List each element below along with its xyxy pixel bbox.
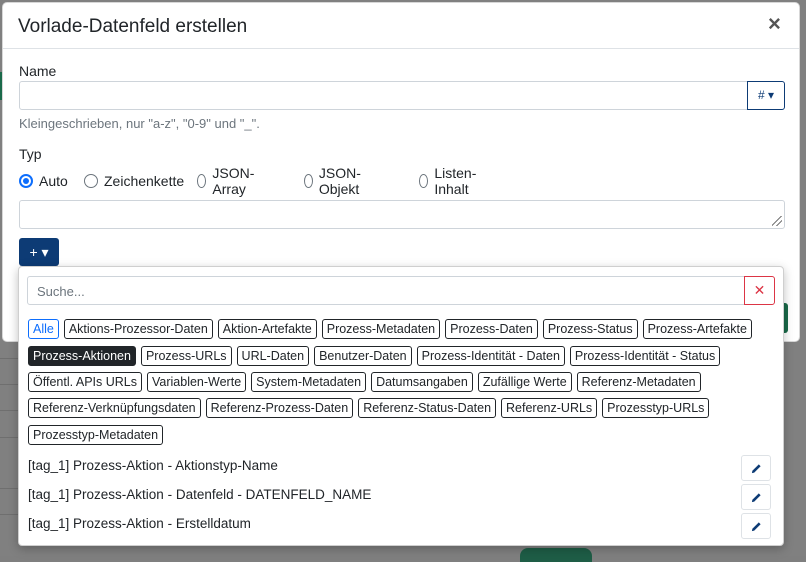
modal-title: Vorlade-Datenfeld erstellen <box>18 16 248 37</box>
pencil-icon <box>751 464 761 474</box>
radio-icon <box>419 174 429 188</box>
value-textarea[interactable] <box>19 200 785 229</box>
result-item[interactable]: [tag_1] Prozess-Aktion - Datenfeld - DAT… <box>28 487 371 502</box>
category-chip[interactable]: Prozess-Metadaten <box>321 319 441 339</box>
placeholder-dropdown: Suche... ✕ Alle Aktions-Prozessor-Daten … <box>18 266 784 546</box>
radio-label: JSON-Objekt <box>318 165 361 197</box>
category-filter-row: Öffentl. APIs URLs Variablen-Werte Syste… <box>28 372 701 392</box>
category-chip[interactable]: Alle <box>28 319 59 339</box>
edit-result-button[interactable] <box>741 455 771 481</box>
edit-result-button[interactable] <box>741 484 771 510</box>
category-chip[interactable]: Referenz-URLs <box>501 398 598 418</box>
name-input[interactable] <box>19 81 748 110</box>
category-chip[interactable]: Prozess-URLs <box>140 346 232 366</box>
category-chip[interactable]: URL-Daten <box>236 346 310 366</box>
category-chip[interactable]: Referenz-Prozess-Daten <box>205 398 354 418</box>
modal-header: Vorlade-Datenfeld erstellen × <box>3 3 799 49</box>
category-chip[interactable]: Referenz-Verknüpfungsdaten <box>28 398 201 418</box>
footer-button-fragment <box>784 303 788 333</box>
type-radio-listen-inhalt[interactable]: Listen-Inhalt <box>419 165 481 197</box>
radio-icon <box>19 174 33 188</box>
pencil-icon <box>751 493 761 503</box>
name-help-text: Kleingeschrieben, nur "a-z", "0-9" und "… <box>19 116 260 131</box>
category-filter-row: Prozess-Aktionen Prozess-URLs URL-Daten … <box>28 346 721 366</box>
radio-label: Auto <box>39 173 68 189</box>
type-label: Typ <box>19 146 42 162</box>
category-filter-row: Alle Aktions-Prozessor-Daten Aktion-Arte… <box>28 319 752 339</box>
category-chip[interactable]: Zufällige Werte <box>477 372 572 392</box>
category-chip[interactable]: Prozess-Identität - Daten <box>416 346 565 366</box>
radio-label: Zeichenkette <box>104 173 185 189</box>
category-chip[interactable]: Variablen-Werte <box>146 372 247 392</box>
pencil-icon <box>751 522 761 532</box>
category-chip[interactable]: Öffentl. APIs URLs <box>28 372 142 392</box>
clear-search-button[interactable]: ✕ <box>744 276 775 305</box>
category-chip[interactable]: Referenz-Status-Daten <box>358 398 497 418</box>
close-icon[interactable]: × <box>768 13 781 35</box>
result-item[interactable]: [tag_1] Prozess-Aktion - Erstelldatum <box>28 516 251 531</box>
category-chip[interactable]: Benutzer-Daten <box>314 346 412 366</box>
category-chip[interactable]: Prozess-Daten <box>445 319 538 339</box>
resize-grip-icon[interactable] <box>772 216 782 226</box>
category-chip[interactable]: Prozesstyp-Metadaten <box>28 425 164 445</box>
radio-icon <box>197 174 207 188</box>
result-item[interactable]: [tag_1] Prozess-Aktion - Aktionstyp-Name <box>28 458 278 473</box>
type-radio-json-array[interactable]: JSON-Array <box>197 165 259 197</box>
category-chip[interactable]: Prozess-Artefakte <box>642 319 752 339</box>
name-label: Name <box>19 63 57 79</box>
category-chip[interactable]: System-Metadaten <box>251 372 367 392</box>
add-placeholder-button[interactable]: + ▾ <box>19 238 59 266</box>
radio-label: JSON-Array <box>212 165 255 197</box>
category-chip[interactable]: Aktions-Prozessor-Daten <box>63 319 213 339</box>
category-filter-row: Prozesstyp-Metadaten <box>28 425 164 445</box>
edit-result-button[interactable] <box>741 513 771 539</box>
radio-icon <box>304 174 313 188</box>
radio-label: Listen-Inhalt <box>434 165 477 197</box>
search-placeholder: Suche... <box>37 284 85 299</box>
background-button-fragment <box>520 548 592 562</box>
category-chip[interactable]: Prozess-Status <box>542 319 638 339</box>
category-chip[interactable]: Prozess-Identität - Status <box>569 346 721 366</box>
category-chip[interactable]: Datumsangaben <box>371 372 473 392</box>
category-chip[interactable]: Prozesstyp-URLs <box>602 398 710 418</box>
type-radio-json-objekt[interactable]: JSON-Objekt <box>304 165 366 197</box>
category-chip[interactable]: Prozess-Aktionen <box>28 346 136 366</box>
category-chip[interactable]: Referenz-Metadaten <box>576 372 701 392</box>
category-chip[interactable]: Aktion-Artefakte <box>217 319 317 339</box>
radio-icon <box>84 174 98 188</box>
search-input[interactable]: Suche... <box>27 276 745 305</box>
hash-dropdown-button[interactable]: # ▾ <box>747 81 785 110</box>
type-radio-auto[interactable]: Auto <box>19 172 68 190</box>
category-filter-row: Referenz-Verknüpfungsdaten Referenz-Proz… <box>28 398 710 418</box>
type-radio-zeichenkette[interactable]: Zeichenkette <box>84 172 184 190</box>
